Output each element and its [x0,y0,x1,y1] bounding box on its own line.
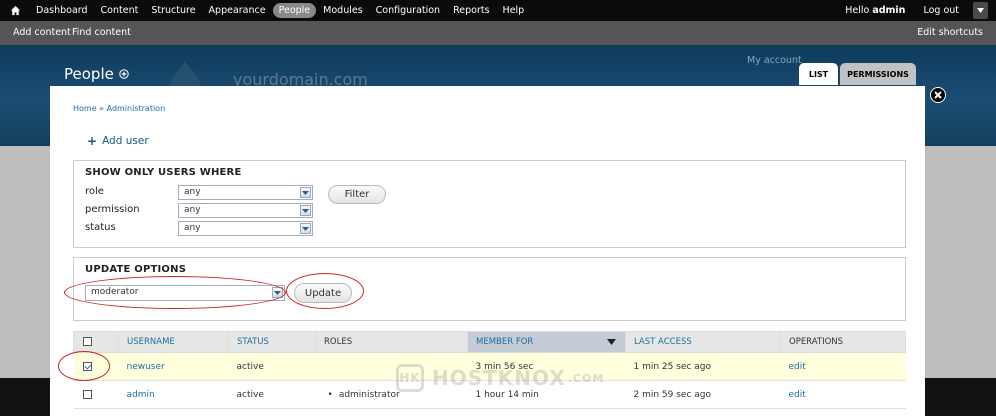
shortcut-add-content[interactable]: Add content [13,27,71,38]
chevron-down-icon [300,187,311,198]
toolbar-user: Hello admin Log out [845,0,996,21]
watermark-logo: HK [396,364,424,392]
shortcuts-toggle-icon[interactable] [973,2,988,19]
edit-shortcuts-link[interactable]: Edit shortcuts [917,27,983,38]
toolbar-item-structure[interactable]: Structure [145,3,201,18]
shortcuts-bar: Add content Find content Edit shortcuts [0,21,996,45]
chevron-down-icon [300,205,311,216]
last-access-cell: 1 min 25 sec ago [625,352,781,381]
add-shortcut-icon[interactable] [119,69,129,79]
update-options-fieldset: UPDATE OPTIONS moderator Update [73,257,906,321]
chevron-down-icon [300,223,311,234]
row-select-cell [73,380,119,409]
col-operations: OPERATIONS [780,331,906,353]
watermark-suffix: .COM [567,371,605,385]
toolbar-username[interactable]: admin [872,5,905,16]
bullet-icon: • [327,389,333,400]
hello-text: Hello admin [845,5,906,16]
toolbar-item-modules[interactable]: Modules [317,3,369,18]
toolbar-item-content[interactable]: Content [95,3,145,18]
status-select-value: any [184,223,201,233]
sort-desc-icon [607,339,616,345]
filter-button[interactable]: Filter [328,185,386,204]
edit-link[interactable]: edit [780,380,906,409]
col-roles: ROLES [315,331,468,353]
col-member-for-label: MEMBER FOR [476,337,534,347]
filter-label-permission: permission [85,204,140,215]
select-all-checkbox[interactable] [83,337,92,346]
update-options-legend: UPDATE OPTIONS [85,264,187,275]
status-cell: active [228,352,316,381]
page-title: People [64,65,114,83]
role-select[interactable]: any [178,185,313,200]
home-icon[interactable] [0,0,30,21]
toolbar-item-reports[interactable]: Reports [447,3,495,18]
edit-link[interactable]: edit [780,352,906,381]
logout-link[interactable]: Log out [923,5,959,16]
chevron-down-icon [272,287,283,298]
status-cell: active [228,380,316,409]
permission-select-value: any [184,205,201,215]
shortcut-find-content[interactable]: Find content [72,27,131,38]
toolbar-item-dashboard[interactable]: Dashboard [30,3,94,18]
status-select[interactable]: any [178,221,313,236]
my-account-link[interactable]: My account [747,55,802,66]
close-icon[interactable] [930,87,946,103]
toolbar-item-people[interactable]: People [272,3,317,18]
toolbar-menu: Dashboard Content Structure Appearance P… [0,0,531,21]
last-access-cell: 2 min 59 sec ago [625,380,781,409]
role-item: administrator [338,389,400,400]
toolbar-item-help[interactable]: Help [497,3,531,18]
tab-list[interactable]: LIST [799,63,838,85]
filter-legend: SHOW ONLY USERS WHERE [85,167,242,178]
role-select-value: any [184,187,201,197]
update-action-select[interactable]: moderator [85,285,285,301]
tab-permissions[interactable]: PERMISSIONS [840,63,916,85]
toolbar-item-appearance[interactable]: Appearance [203,3,272,18]
col-member-for[interactable]: MEMBER FOR [467,331,626,353]
watermark-text: HOSTKNOX [432,366,566,390]
col-username[interactable]: USERNAME [118,331,229,353]
watermark: HK HOSTKNOX .COM [396,364,604,392]
filter-label-status: status [85,222,116,233]
breadcrumb[interactable]: Home » Administration [73,104,165,113]
row-checkbox[interactable] [82,389,92,399]
table-header-row: USERNAME STATUS ROLES MEMBER FOR LAST AC… [73,331,906,353]
plus-icon: + [87,134,98,148]
add-user-label: Add user [102,135,149,147]
admin-toolbar: Dashboard Content Structure Appearance P… [0,0,996,21]
toolbar-item-configuration[interactable]: Configuration [370,3,446,18]
permission-select[interactable]: any [178,203,313,218]
row-checkbox[interactable] [82,361,92,371]
col-status[interactable]: STATUS [228,331,316,353]
update-button[interactable]: Update [294,283,352,303]
update-action-value: moderator [91,287,139,297]
row-select-cell [73,352,119,381]
col-last-access[interactable]: LAST ACCESS [625,331,781,353]
filter-fieldset: SHOW ONLY USERS WHERE role any permissio… [73,160,906,248]
filter-label-role: role [85,186,104,197]
select-all-cell [73,331,119,353]
username-link[interactable]: newuser [118,352,229,381]
username-link[interactable]: admin [118,380,229,409]
add-user-link[interactable]: + Add user [87,134,149,148]
